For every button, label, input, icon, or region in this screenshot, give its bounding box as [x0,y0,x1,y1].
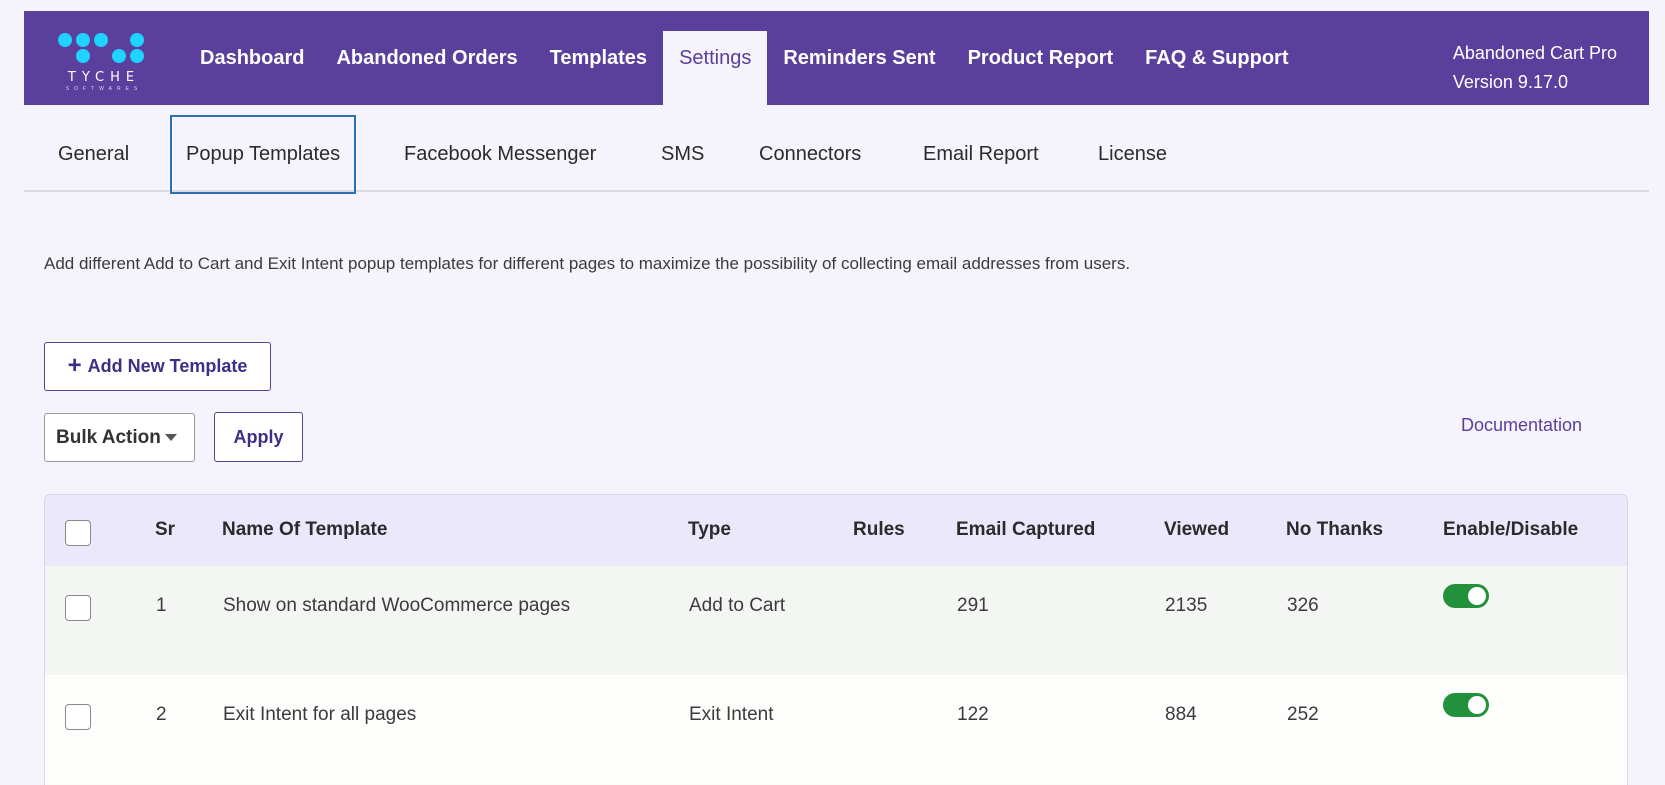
toggle-knob [1468,696,1486,714]
enable-toggle[interactable] [1443,693,1489,717]
cell-email-captured: 122 [957,704,989,725]
tyche-logo[interactable]: TYCHE SOFTWARES [54,33,154,92]
logo-dots [54,33,154,67]
col-sr[interactable]: Sr [155,519,175,541]
logo-subtext: SOFTWARES [65,86,143,92]
bulk-action-select[interactable]: Bulk Action [44,413,195,462]
settings-subtabs: General Popup Templates Facebook Messeng… [24,115,1649,194]
apply-button[interactable]: Apply [214,412,303,462]
add-new-template-label: Add New Template [87,356,248,376]
col-viewed[interactable]: Viewed [1164,519,1229,541]
cell-sr: 2 [156,704,167,725]
subtab-popup-templates[interactable]: Popup Templates [170,115,357,194]
col-enable-disable[interactable]: Enable/Disable [1443,519,1578,541]
product-name: Abandoned Cart Pro [1452,43,1617,63]
cell-no-thanks: 252 [1287,704,1319,725]
nav-settings[interactable]: Settings [663,31,768,105]
enable-toggle[interactable] [1443,584,1489,608]
page-description: Add different Add to Cart and Exit Inten… [44,254,1131,273]
nav-reminders-sent[interactable]: Reminders Sent [767,11,951,105]
logo-text: TYCHE [67,70,141,85]
row-checkbox[interactable] [65,704,91,730]
nav-dashboard[interactable]: Dashboard [184,11,320,105]
cell-no-thanks: 326 [1287,595,1319,616]
col-type[interactable]: Type [688,519,731,541]
subtab-connectors[interactable]: Connectors [759,115,861,194]
cell-viewed: 2135 [1165,595,1208,616]
nav-abandoned-orders[interactable]: Abandoned Orders [320,11,533,105]
subtab-license[interactable]: License [1098,115,1167,194]
logo-dot [130,33,144,47]
table-header: Sr Name Of Template Type Rules Email Cap… [45,495,1627,566]
caret-down-icon [164,434,177,441]
top-bar: TYCHE SOFTWARES Dashboard Abandoned Orde… [24,11,1649,105]
logo-dot [76,33,90,47]
nav-faq-support[interactable]: FAQ & Support [1129,11,1304,105]
logo-dot [58,33,72,47]
logo-dot [94,33,108,47]
cell-email-captured: 291 [957,595,989,616]
row-checkbox[interactable] [65,595,91,621]
version-info: Abandoned Cart Pro Version 9.17.0 [1453,39,1617,97]
table-row: 1 Show on standard WooCommerce pages Add… [45,566,1627,675]
col-email-captured[interactable]: Email Captured [956,519,1095,541]
subtab-general[interactable]: General [58,115,129,194]
col-rules[interactable]: Rules [853,519,905,541]
plus-icon: + [67,351,82,379]
main-nav: Dashboard Abandoned Orders Templates Set… [184,11,1304,105]
select-all-checkbox[interactable] [65,520,91,546]
table-row: 2 Exit Intent for all pages Exit Intent … [45,675,1627,784]
cell-name[interactable]: Show on standard WooCommerce pages [223,595,570,617]
version-number: Version 9.17.0 [1452,72,1568,92]
nav-product-report[interactable]: Product Report [952,11,1130,105]
bulk-action-label: Bulk Action [56,426,161,448]
logo-dot [130,49,144,63]
subtab-facebook-messenger[interactable]: Facebook Messenger [404,115,596,194]
cell-sr: 1 [156,595,167,616]
add-new-template-button[interactable]: + Add New Template [44,342,271,391]
cell-name[interactable]: Exit Intent for all pages [223,704,416,726]
logo-dot [112,49,126,63]
col-name[interactable]: Name Of Template [222,519,387,541]
cell-viewed: 884 [1165,704,1197,725]
documentation-link[interactable]: Documentation [1461,415,1582,436]
col-no-thanks[interactable]: No Thanks [1286,519,1383,541]
cell-type: Add to Cart [689,595,786,616]
templates-table: Sr Name Of Template Type Rules Email Cap… [44,494,1628,785]
toggle-knob [1468,587,1486,605]
subtab-sms[interactable]: SMS [661,115,704,194]
subtab-email-report[interactable]: Email Report [923,115,1039,194]
nav-templates[interactable]: Templates [534,11,663,105]
cell-type: Exit Intent [689,704,774,725]
logo-dot [76,49,90,63]
